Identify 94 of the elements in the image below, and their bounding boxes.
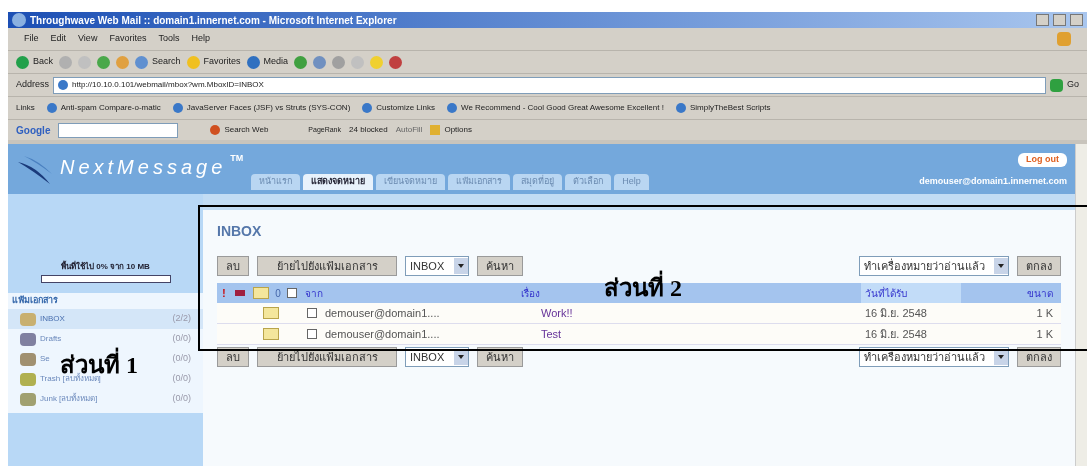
- envelope-header-icon: [253, 287, 269, 299]
- trademark-mark: TM: [230, 152, 244, 165]
- home-button[interactable]: [116, 55, 129, 69]
- history-button[interactable]: [294, 55, 308, 69]
- row-checkbox[interactable]: [307, 329, 317, 339]
- flag-icon: [235, 290, 245, 296]
- folder-icon: [20, 352, 36, 366]
- back-button[interactable]: Back: [16, 55, 53, 69]
- folder-count: (0/0): [172, 372, 191, 386]
- forward-button[interactable]: [59, 55, 72, 69]
- folder-icon: [20, 372, 36, 386]
- sender-cell: demouser@domain1....: [325, 327, 440, 340]
- link-item[interactable]: SimplyTheBest Scripts: [675, 102, 771, 114]
- size-cell: 1 K: [1036, 327, 1053, 340]
- folder-select[interactable]: INBOX: [405, 256, 469, 276]
- subject-link[interactable]: Test: [541, 327, 562, 340]
- folder-link[interactable]: Junk [ลบทั้งหมด]: [40, 393, 98, 405]
- menu-item[interactable]: Tools: [158, 32, 180, 46]
- quota-text: พื้นที่ใช้ไป 0% จาก 10 MB: [61, 261, 150, 273]
- priority-header: !: [221, 286, 227, 301]
- address-label: Address: [16, 78, 50, 92]
- select-all-checkbox[interactable]: [287, 288, 297, 298]
- search-button[interactable]: Search: [135, 55, 181, 69]
- menu-item[interactable]: View: [78, 32, 98, 46]
- menu-item[interactable]: File: [24, 32, 39, 46]
- autofill-button[interactable]: AutoFill: [395, 124, 423, 136]
- options-button[interactable]: Options: [430, 124, 472, 136]
- address-field[interactable]: http://10.10.0.101/webmail/mbox?wm.MboxID=INBOX: [53, 76, 1046, 94]
- folder-link[interactable]: INBOX: [40, 313, 65, 325]
- from-header[interactable]: จาก: [305, 287, 323, 299]
- favorites-button[interactable]: Favorites: [186, 55, 241, 69]
- date-header[interactable]: วันที่ได้รับ: [861, 283, 961, 303]
- maximize-button[interactable]: [1053, 14, 1066, 26]
- folder-count: (2/2): [172, 312, 191, 326]
- ok-button[interactable]: ตกลง: [1017, 347, 1061, 367]
- link-item[interactable]: Anti-spam Compare-o-matic: [46, 102, 161, 114]
- refresh-button[interactable]: [97, 55, 110, 69]
- attachment-header: 0: [274, 286, 282, 301]
- close-button[interactable]: [1070, 14, 1083, 26]
- date-cell: 16 มิ.ย. 2548: [865, 327, 927, 340]
- size-header[interactable]: ขนาด: [1027, 287, 1053, 299]
- folder-link[interactable]: Drafts: [40, 333, 62, 345]
- google-logo[interactable]: Google: [16, 122, 51, 138]
- menu-item[interactable]: Help: [191, 32, 210, 46]
- mail-button[interactable]: [313, 55, 327, 69]
- nextmessage-logo: NextMessage: [60, 155, 227, 180]
- search-button[interactable]: ค้นหา: [477, 256, 523, 276]
- folder-link[interactable]: Se: [40, 353, 50, 365]
- browser-icon: [12, 13, 26, 27]
- menu-item[interactable]: Favorites: [109, 32, 147, 46]
- search-web-button[interactable]: Search Web: [210, 124, 269, 136]
- folder-select[interactable]: INBOX: [405, 347, 469, 367]
- popup-blocker-button[interactable]: 24 blocked: [349, 124, 388, 136]
- delete-button[interactable]: ลบ: [217, 347, 249, 367]
- annotation-label: ส่วนที่ 2: [604, 269, 682, 300]
- mark-select[interactable]: ทำเครื่องหมายว่าอ่านแล้ว: [859, 347, 1009, 367]
- date-cell: 16 มิ.ย. 2548: [865, 306, 927, 319]
- subject-link[interactable]: Work!!: [541, 306, 573, 319]
- subject-header[interactable]: เรื่อง: [521, 287, 540, 299]
- envelope-icon: [263, 307, 279, 319]
- link-item[interactable]: Customize Links: [362, 102, 435, 114]
- folder-count: (0/0): [172, 392, 191, 406]
- envelope-icon: [263, 328, 279, 340]
- go-button[interactable]: Go: [1050, 78, 1079, 92]
- scrollbar[interactable]: [1075, 144, 1087, 466]
- minimize-button[interactable]: [1036, 14, 1049, 26]
- link-item[interactable]: JavaServer Faces (JSF) vs Struts (SYS-CON): [172, 102, 351, 114]
- mark-select[interactable]: ทำเครื่องหมายว่าอ่านแล้ว: [859, 256, 1009, 276]
- nav-tab[interactable]: แสดงจดหมาย: [303, 174, 374, 190]
- search-button[interactable]: ค้นหา: [477, 347, 523, 367]
- research-button[interactable]: [389, 55, 403, 69]
- delete-button[interactable]: ลบ: [217, 256, 249, 276]
- sender-cell: demouser@domain1....: [325, 306, 440, 319]
- print-button[interactable]: [332, 55, 346, 69]
- window-title: Throughwave Web Mail :: domain1.innernet.com - Microsoft Internet Explorer: [30, 13, 397, 28]
- folders-heading: แฟ้มเอกสาร: [11, 294, 59, 308]
- folder-count: (0/0): [172, 332, 191, 346]
- google-search-field[interactable]: [58, 122, 179, 138]
- move-button[interactable]: ย้ายไปยังแฟ้มเอกสาร: [257, 347, 397, 367]
- row-checkbox[interactable]: [307, 308, 317, 318]
- user-email: demouser@domain1.innernet.com: [919, 174, 1067, 188]
- size-cell: 1 K: [1036, 306, 1053, 319]
- mailbox-title: INBOX: [217, 221, 262, 241]
- media-button[interactable]: Media: [246, 55, 289, 69]
- folder-icon: [20, 332, 36, 346]
- link-item[interactable]: We Recommend - Cool Good Great Awesome Excellent !: [447, 102, 664, 114]
- logout-button[interactable]: Log out: [1018, 153, 1067, 167]
- links-label: Links: [16, 102, 35, 114]
- folder-icon: [20, 392, 36, 406]
- move-button[interactable]: ย้ายไปยังแฟ้มเอกสาร: [257, 256, 397, 276]
- folder-count: (0/0): [172, 352, 191, 366]
- ok-button[interactable]: ตกลง: [1017, 256, 1061, 276]
- menu-item[interactable]: Edit: [50, 32, 67, 46]
- folder-icon: [20, 312, 36, 326]
